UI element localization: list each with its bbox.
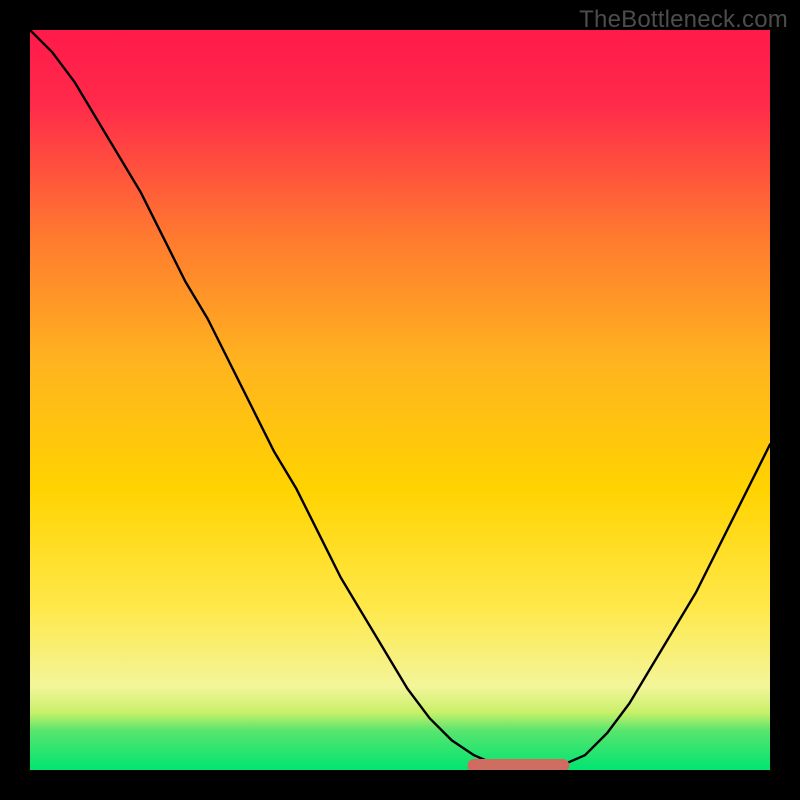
plot-area	[30, 30, 770, 770]
chart-svg	[30, 30, 770, 770]
gradient-background	[30, 30, 770, 770]
chart-container: TheBottleneck.com	[0, 0, 800, 800]
